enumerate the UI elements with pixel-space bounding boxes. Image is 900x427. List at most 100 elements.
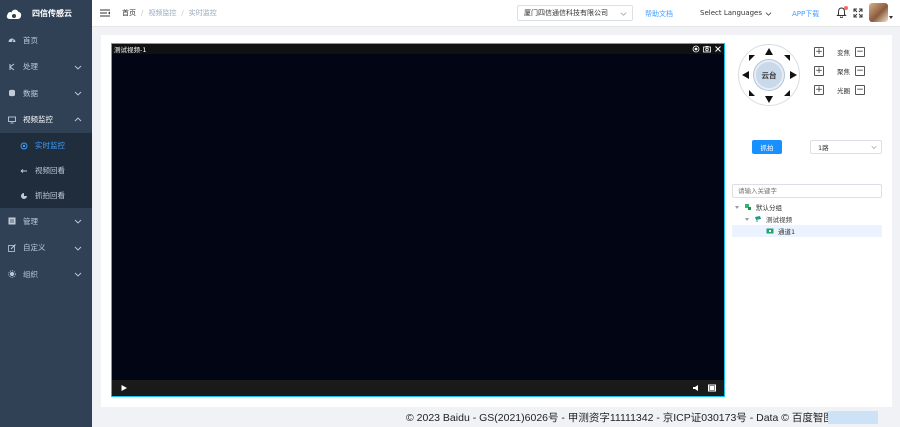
- ptz-down-arrow-icon[interactable]: [765, 96, 773, 103]
- notification-dot: [844, 6, 848, 10]
- chevron-down-icon: [74, 219, 82, 224]
- map-copyright: © 2023 Baidu - GS(2021)6026号 - 甲测资字11111…: [406, 412, 834, 424]
- ptz-left-arrow-icon[interactable]: [742, 71, 749, 79]
- sidebar-item-label: 首页: [23, 35, 38, 45]
- edit-icon: [8, 243, 16, 252]
- camera-snapshot-icon[interactable]: [703, 45, 711, 53]
- app-download-link[interactable]: APP下载: [792, 9, 819, 19]
- zoom-out-button[interactable]: −: [855, 47, 865, 57]
- language-select-label: Select Languages: [700, 9, 763, 17]
- fullscreen-toggle-icon[interactable]: [708, 384, 716, 392]
- play-icon[interactable]: [120, 384, 128, 392]
- sidebar-item-custom[interactable]: 自定义: [0, 235, 92, 262]
- tree-node-channel-1[interactable]: 通道1: [732, 225, 882, 237]
- focus-out-button[interactable]: −: [855, 66, 865, 76]
- chevron-down-icon: [74, 272, 82, 277]
- zoom-label: 变焦: [837, 49, 850, 57]
- sidebar-item-label: 自定义: [23, 243, 46, 253]
- camera-group-icon: [755, 216, 761, 222]
- sidebar-item-organization[interactable]: 组织: [0, 261, 92, 288]
- breadcrumb-home[interactable]: 首页: [122, 8, 136, 18]
- video-player[interactable]: 测试视频-1: [111, 43, 725, 397]
- footer-highlight: [828, 411, 878, 424]
- ptz-down-left-arrow-icon[interactable]: [749, 90, 755, 96]
- volume-icon[interactable]: [692, 384, 700, 392]
- language-select[interactable]: Select Languages: [700, 9, 772, 17]
- sidebar-item-capture-review[interactable]: 抓拍回看: [0, 183, 92, 208]
- ptz-down-right-arrow-icon[interactable]: [784, 90, 790, 96]
- sidebar-item-home[interactable]: 首页: [0, 27, 92, 54]
- sidebar-item-live-monitor[interactable]: 实时监控: [0, 133, 92, 158]
- monitor-icon: [8, 116, 16, 124]
- user-avatar[interactable]: [869, 3, 888, 22]
- database-icon: [9, 90, 15, 97]
- sidebar: 四信传感云 首页 处理 数据 视频监控 实时监控 视频回看 抓拍回看 管理 自定…: [0, 0, 92, 427]
- sidebar-item-label: 组织: [23, 269, 38, 279]
- sidebar-item-manage[interactable]: 管理: [0, 208, 92, 235]
- caret-down-icon[interactable]: [745, 217, 749, 221]
- chevron-down-icon: [74, 91, 82, 96]
- breadcrumb-live-monitor: 实时监控: [188, 9, 217, 17]
- tree-search-input[interactable]: [732, 184, 882, 198]
- caret-down-icon[interactable]: [889, 16, 893, 19]
- breadcrumb-video-monitor[interactable]: 视频监控: [148, 8, 176, 18]
- cloud-logo-icon: [6, 9, 22, 19]
- manage-icon: [8, 217, 16, 225]
- ptz-center-label: 云台: [761, 70, 777, 80]
- sidebar-item-label: 处理: [23, 62, 38, 72]
- chevron-down-icon: [871, 146, 877, 149]
- video-title-bar: 测试视频-1: [112, 44, 724, 54]
- ptz-control: 云台: [738, 44, 800, 106]
- app-name: 四信传感云: [32, 9, 72, 18]
- tree-node-test-video[interactable]: 测试视频: [745, 213, 882, 225]
- iris-open-button[interactable]: +: [814, 85, 824, 95]
- dashboard-icon: [8, 38, 16, 43]
- capture-button[interactable]: 抓拍: [752, 140, 782, 154]
- tree-node-default-group[interactable]: 默认分组: [735, 201, 882, 213]
- ptz-right-arrow-icon[interactable]: [790, 71, 797, 79]
- live-icon: [20, 142, 28, 149]
- company-select[interactable]: 厦门四信通信科技有限公司: [517, 5, 633, 21]
- channel-select-value: 1路: [818, 144, 829, 152]
- sidebar-item-process[interactable]: 处理: [0, 54, 92, 81]
- record-icon[interactable]: [692, 45, 700, 53]
- tree-node-label: 通道1: [778, 228, 796, 236]
- capture-review-icon: [21, 192, 27, 199]
- sidebar-item-data[interactable]: 数据: [0, 80, 92, 107]
- top-header: 首页 / 视频监控 / 实时监控 厦门四信通信科技有限公司 帮助文档 Selec…: [92, 0, 900, 27]
- company-select-value: 厦门四信通信科技有限公司: [524, 9, 608, 17]
- ptz-center-button[interactable]: 云台: [754, 60, 784, 90]
- ptz-up-arrow-icon[interactable]: [765, 48, 773, 55]
- ptz-up-left-arrow-icon[interactable]: [749, 55, 755, 61]
- organization-icon: [8, 270, 16, 278]
- zoom-control: + 变焦 −: [814, 46, 876, 58]
- notification-bell[interactable]: [836, 6, 848, 19]
- channel-camera-icon: [766, 228, 774, 234]
- hamburger-menu-icon[interactable]: [100, 8, 110, 18]
- zoom-in-button[interactable]: +: [814, 47, 824, 57]
- sidebar-item-label: 数据: [23, 88, 38, 98]
- focus-in-button[interactable]: +: [814, 66, 824, 76]
- help-docs-link[interactable]: 帮助文档: [645, 9, 673, 19]
- close-icon[interactable]: [714, 45, 722, 53]
- sidebar-item-label: 管理: [23, 216, 38, 226]
- breadcrumb-separator: /: [181, 9, 184, 17]
- focus-control: + 聚焦 −: [814, 65, 876, 77]
- group-icon: [745, 204, 751, 210]
- tree-node-label: 默认分组: [756, 204, 782, 212]
- ptz-up-right-arrow-icon[interactable]: [784, 55, 790, 61]
- chevron-down-icon: [74, 65, 82, 70]
- logo[interactable]: 四信传感云: [0, 0, 92, 27]
- sidebar-item-label: 视频监控: [23, 115, 53, 125]
- iris-control: + 光圈 −: [814, 84, 876, 96]
- iris-label: 光圈: [837, 87, 850, 95]
- fullscreen-icon[interactable]: [853, 8, 863, 18]
- video-title: 测试视频-1: [114, 46, 147, 54]
- chevron-up-icon: [74, 116, 82, 121]
- caret-down-icon[interactable]: [735, 205, 739, 209]
- sidebar-item-video-monitor[interactable]: 视频监控: [0, 107, 92, 134]
- sidebar-item-video-playback[interactable]: 视频回看: [0, 158, 92, 183]
- iris-close-button[interactable]: −: [855, 85, 865, 95]
- video-control-bar: [112, 380, 724, 396]
- channel-select[interactable]: 1路: [810, 140, 882, 154]
